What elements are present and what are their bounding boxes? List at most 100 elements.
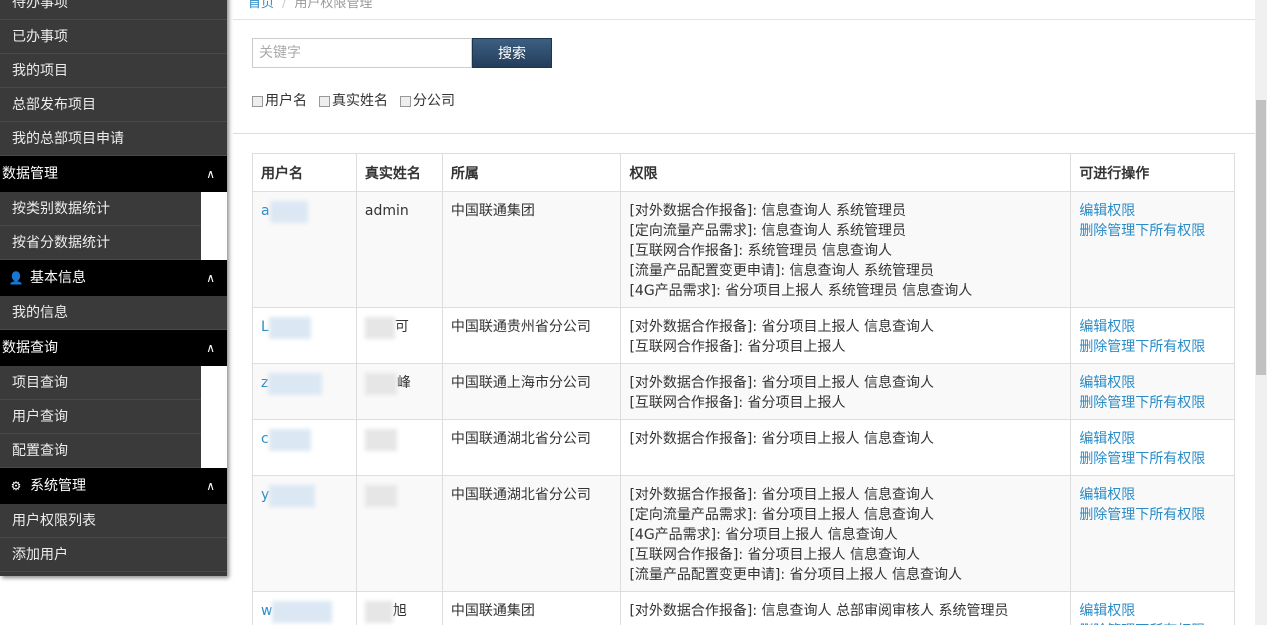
breadcrumb: 首页 / 用户权限管理 <box>233 0 1255 20</box>
permission-line: [定向流量产品需求]: 省分项目上报人 信息查询人 <box>629 507 934 523</box>
sidebar-item[interactable]: 添加用户 <box>0 538 227 572</box>
sidebar-item[interactable]: 我的项目 <box>0 54 227 88</box>
chevron-up-icon[interactable]: ∧ <box>206 468 215 504</box>
breadcrumb-home-link[interactable]: 首页 <box>248 0 274 11</box>
redacted-mask <box>269 485 316 507</box>
cell-permissions: [对外数据合作报备]: 省分项目上报人 信息查询人 <box>620 419 1072 476</box>
sidebar-item[interactable]: 待办事项 <box>0 0 227 20</box>
sidebar-item[interactable]: 项目查询 <box>0 366 201 400</box>
cell-operations: 编辑权限删除管理下所有权限 <box>1070 419 1235 476</box>
cell-username: w <box>252 591 357 625</box>
cell-organization: 中国联通集团 <box>441 191 622 308</box>
chevron-up-icon[interactable]: ∧ <box>206 260 215 296</box>
permission-line: [对外数据合作报备]: 省分项目上报人 信息查询人 <box>629 319 934 335</box>
sidebar-section-header[interactable]: 数据管理 ∧ <box>0 156 227 192</box>
sidebar-section-title: 基本信息 <box>30 270 86 286</box>
sidebar-item[interactable]: 配置查询 <box>0 434 201 468</box>
sidebar-section-header[interactable]: 数据查询 ∧ <box>0 330 227 366</box>
edit-permission-link[interactable]: 编辑权限 <box>1079 429 1226 449</box>
breadcrumb-separator: / <box>282 0 287 11</box>
filter-checkbox-label[interactable]: 用户名 <box>252 90 307 110</box>
edit-permission-link[interactable]: 编辑权限 <box>1079 485 1226 505</box>
username-link[interactable]: z <box>261 375 268 391</box>
cell-operations: 编辑权限删除管理下所有权限 <box>1070 363 1235 420</box>
permission-line: [对外数据合作报备]: 省分项目上报人 信息查询人 <box>629 375 934 391</box>
search-filters: 用户名 真实姓名 分公司 <box>252 90 467 110</box>
table-body: a admin 中国联通集团 [对外数据合作报备]: 信息查询人 系统管理员 [定向流量… <box>252 191 1235 625</box>
permission-line: [互联网合作报备]: 省分项目上报人 <box>629 339 846 355</box>
delete-all-permissions-link[interactable]: 删除管理下所有权限 <box>1079 337 1226 357</box>
sidebar-section-items: 按类别数据统计 按省分数据统计 <box>0 192 227 260</box>
username-link[interactable]: c <box>261 431 269 447</box>
sidebar-section-header[interactable]: ⚙ 系统管理 ∧ <box>0 468 227 504</box>
edit-permission-link[interactable]: 编辑权限 <box>1079 601 1226 621</box>
sidebar-section-items: 我的信息 <box>0 296 227 330</box>
username-link[interactable]: L <box>261 319 269 335</box>
edit-permission-link[interactable]: 编辑权限 <box>1079 201 1226 221</box>
vertical-scrollbar[interactable] <box>1255 0 1267 625</box>
cell-organization: 中国联通上海市分公司 <box>441 363 622 420</box>
edit-permission-link[interactable]: 编辑权限 <box>1079 373 1226 393</box>
cell-permissions: [对外数据合作报备]: 信息查询人 系统管理员 [定向流量产品需求]: 信息查询人… <box>620 191 1072 308</box>
sidebar-section-header[interactable]: 👤 基本信息 ∧ <box>0 260 227 296</box>
filter-checkbox-label[interactable]: 分公司 <box>400 90 455 110</box>
filter-checkbox-label[interactable]: 真实姓名 <box>319 90 388 110</box>
sidebar: 待办事项 已办事项 我的项目 总部发布项目 我的总部项目申请 数据管理 ∧ 按类别数据统计 按省… <box>0 0 227 576</box>
permission-line: [对外数据合作报备]: 信息查询人 总部审阅审核人 系统管理员 <box>629 603 1009 619</box>
edit-permission-link[interactable]: 编辑权限 <box>1079 317 1226 337</box>
username-link[interactable]: a <box>261 203 270 219</box>
filter-checkbox[interactable] <box>252 96 263 107</box>
permission-line: [流量产品配置变更申请]: 信息查询人 系统管理员 <box>629 263 934 279</box>
main-content: 首页/用户权限管理 搜索 用户名真实姓名分公司 用户名真实姓名所属权限可进行操作… <box>233 0 1255 625</box>
cell-operations: 编辑权限删除管理下所有权限 <box>1070 591 1235 625</box>
redacted-mask <box>268 373 323 395</box>
delete-all-permissions-link[interactable]: 删除管理下所有权限 <box>1079 393 1226 413</box>
column-header: 权限 <box>620 153 1072 192</box>
delete-all-permissions-link[interactable]: 删除管理下所有权限 <box>1079 449 1226 469</box>
page: 待办事项 已办事项 我的项目 总部发布项目 我的总部项目申请 数据管理 ∧ 按类别数据统计 按省… <box>0 0 1267 625</box>
table-row: y 中国联通湖北省分公司 [对外数据合作报备]: 省分项目上报人 信息查询人 [定向流… <box>252 475 1235 592</box>
filter-checkbox[interactable] <box>400 96 411 107</box>
cell-username: y <box>252 475 357 592</box>
scrollbar-thumb[interactable] <box>1256 100 1266 375</box>
cell-operations: 编辑权限删除管理下所有权限 <box>1070 307 1235 364</box>
username-link[interactable]: w <box>261 603 272 619</box>
sidebar-item[interactable]: 按省分数据统计 <box>0 226 201 260</box>
cell-username: L <box>252 307 357 364</box>
column-header: 真实姓名 <box>355 153 443 192</box>
filter-label: 用户名 <box>265 93 307 109</box>
cell-username: z <box>252 363 357 420</box>
redacted-mask <box>364 601 393 623</box>
sidebar-section-title: 数据查询 <box>2 340 58 356</box>
search-button[interactable]: 搜索 <box>472 38 552 68</box>
table-row: a admin 中国联通集团 [对外数据合作报备]: 信息查询人 系统管理员 [定向流量… <box>252 191 1235 308</box>
chevron-up-icon[interactable]: ∧ <box>206 330 215 366</box>
username-link[interactable]: y <box>261 487 269 503</box>
filter-label: 真实姓名 <box>332 93 388 109</box>
chevron-up-icon[interactable]: ∧ <box>206 156 215 192</box>
sidebar-item[interactable]: 总部发布项目 <box>0 88 227 122</box>
delete-all-permissions-link[interactable]: 删除管理下所有权限 <box>1079 621 1226 625</box>
delete-all-permissions-link[interactable]: 删除管理下所有权限 <box>1079 505 1226 525</box>
sidebar-item[interactable]: 用户查询 <box>0 400 201 434</box>
cell-organization: 中国联通集团 <box>441 591 622 625</box>
sidebar-item[interactable]: 我的总部项目申请 <box>0 122 227 156</box>
sidebar-gap <box>201 192 227 260</box>
redacted-mask <box>364 317 395 339</box>
cell-real-name: admin <box>355 191 443 308</box>
permission-line: [对外数据合作报备]: 省分项目上报人 信息查询人 <box>629 487 934 503</box>
cell-operations: 编辑权限删除管理下所有权限 <box>1070 475 1235 592</box>
filter-checkbox[interactable] <box>319 96 330 107</box>
delete-all-permissions-link[interactable]: 删除管理下所有权限 <box>1079 221 1226 241</box>
cell-permissions: [对外数据合作报备]: 省分项目上报人 信息查询人 [互联网合作报备]: 省分项目… <box>620 363 1072 420</box>
cell-organization: 中国联通湖北省分公司 <box>441 419 622 476</box>
sidebar-item[interactable]: 已办事项 <box>0 20 227 54</box>
redacted-mask <box>269 201 308 223</box>
keyword-search-input[interactable] <box>252 38 472 68</box>
sidebar-item[interactable]: 我的信息 <box>0 296 227 330</box>
cell-username: a <box>252 191 357 308</box>
redacted-mask <box>364 485 397 507</box>
sidebar-item[interactable]: 用户权限列表 <box>0 504 227 538</box>
sidebar-item[interactable]: 按类别数据统计 <box>0 192 201 226</box>
cell-real-name: 可 <box>355 307 443 364</box>
